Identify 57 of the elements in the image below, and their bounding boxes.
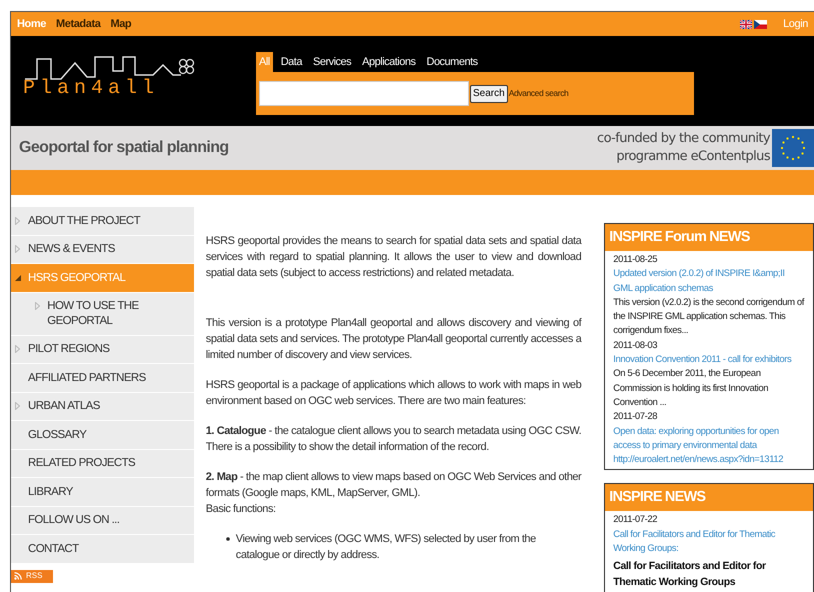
news-box-header: INSPIRE NEWS [605,484,814,512]
collapsed-triangle-icon [35,302,40,310]
sidebar-item[interactable]: AFFILIATED PARTNERS [11,364,194,392]
nav-link[interactable]: Map [110,16,132,32]
sidebar-item[interactable]: RELATED PROJECTS [11,450,194,478]
eu-flag-icon [772,129,814,167]
collapsed-triangle-icon [15,216,20,224]
news-summary: Call for Facilitators and Editor for Thematic Working Groups [613,559,767,590]
expanded-triangle-icon [15,274,21,280]
news-summary: This version (v2.0.2) is the second corrigendum of the INSPIRE GML application schemas. This corrigendum fixes... [613,296,806,338]
collapsed-triangle-icon [15,402,20,410]
sidebar-item[interactable]: URBAN ATLAS [11,392,194,421]
uk-flag-icon[interactable] [740,20,752,28]
page-title: Geoportal for spatial planning [19,138,229,158]
funding-text: programme eContentplus [616,148,770,166]
sidebar-item[interactable]: NEWS & EVENTS [11,236,194,264]
sidebar-item[interactable]: GLOSSARY [11,421,194,450]
sidebar-item[interactable]: LIBRARY [11,478,194,506]
search-tab[interactable]: Data [278,52,305,72]
search-tab[interactable]: Services [310,52,354,72]
sidebar-item[interactable]: FOLLOW US ON ... [11,506,194,535]
body-paragraph: This version is a prototype Plan4all geoportal and allows discovery and viewing of spatial data sets and services. The prototype Plan4all geoportal currently accesses a limited number of discovery and view services. [206,316,582,363]
nav-link[interactable]: Metadata [56,16,100,32]
bullet-icon [226,537,230,541]
sidebar-item[interactable]: PILOT REGIONS [11,336,194,364]
search-tab[interactable]: Applications [359,52,418,72]
logo[interactable]: Plan4all [23,51,213,99]
advanced-search-link[interactable]: Advanced search [508,87,568,100]
body-paragraph: 1. Catalogue - the catalogue client allows you to search metadata using OGC CSW. There is a possibility to show the detail information of the record. [206,424,582,455]
news-summary: On 5-6 December 2011, the European Commission is holding its first Innovation Convention ... [613,367,770,410]
logo-text: Plan4all [23,79,160,99]
search-tab[interactable]: Documents [424,52,481,72]
search-button[interactable]: Search [470,84,508,102]
news-date: 2011-07-28 [613,410,658,424]
funding-text: co-funded by the community [597,130,770,148]
news-link[interactable]: Innovation Convention 2011 - call for exhibitors [613,353,806,368]
rss-label: RSS [26,572,42,580]
collapsed-triangle-icon [15,245,20,253]
news-box-header: INSPIRE Forum NEWS [605,224,814,251]
news-date: 2011-08-25 [613,253,658,267]
rss-icon [14,572,22,580]
body-paragraph: Basic functions: [206,502,277,517]
body-paragraph: HSRS geoportal is a package of applications which allows to work with maps in web environment based on OGC web services. There are two main features: [206,378,582,409]
news-date: 2011-07-22 [613,513,658,528]
news-link[interactable]: Call for Facilitators and Editor for Thematic Working Groups: [613,528,806,556]
bullet-text: Viewing web services (OGC WMS, WFS) selected by user from the catalogue or directly by address. [236,532,537,563]
sidebar-item[interactable]: HOW TO USE THE GEOPORTAL [11,292,194,336]
body-paragraph: HSRS geoportal provides the means to search for spatial data sets and spatial data services with regard to spatial planning. It allows the user to view and download spatial data sets (subject to access restrictions) and related metadata. [206,234,582,281]
sidebar-item[interactable]: CONTACT [11,535,194,564]
search-field[interactable] [259,81,469,106]
news-link[interactable]: Updated version (2.0.2) of INSPIRE I&amp;II GML application schemas [613,267,806,296]
czech-flag-icon[interactable] [754,20,768,28]
news-date: 2011-08-03 [613,338,658,353]
news-link[interactable]: Open data: exploring opportunities for open access to primary environmental data http://euroalert.net/en/news.aspx?idn=13112 [613,424,806,468]
sidebar-item[interactable]: ABOUT THE PROJECT [11,207,194,236]
collapsed-triangle-icon [15,345,20,353]
body-paragraph: 2. Map - the map client allows to view maps based on OGC Web Services and other formats (Google maps, KML, MapServer, GML). [206,470,582,501]
